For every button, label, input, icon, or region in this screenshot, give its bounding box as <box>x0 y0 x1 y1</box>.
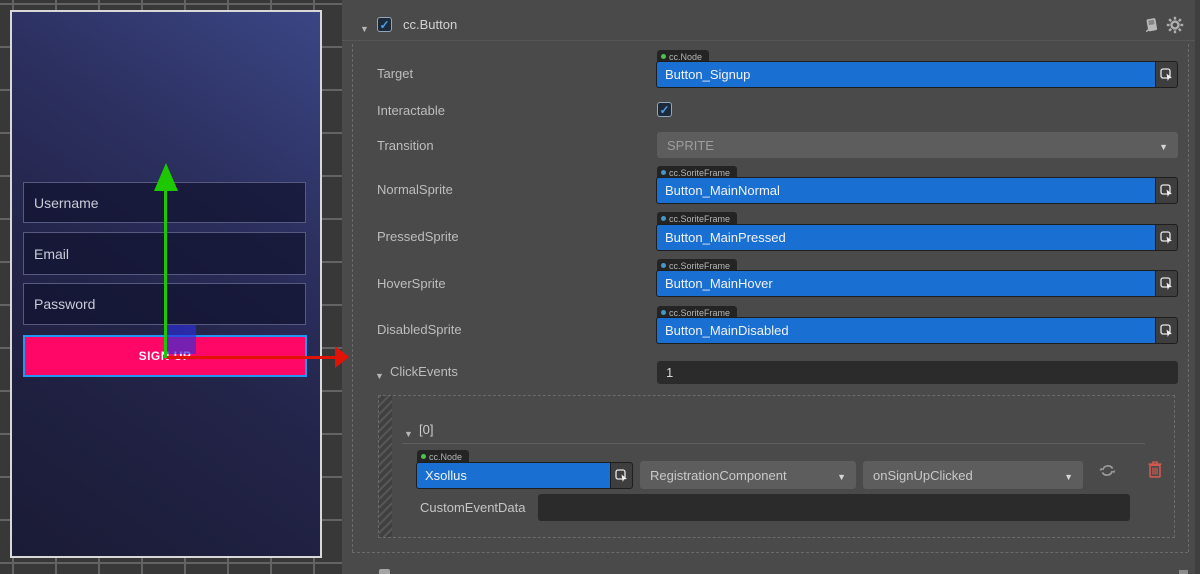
refresh-icon[interactable] <box>1099 462 1116 482</box>
disabled-sprite-type-tag-label: cc.SoriteFrame <box>669 308 730 318</box>
gizmo-xy-plane-handle[interactable] <box>167 325 196 354</box>
event0-component-select[interactable]: RegistrationComponent <box>640 461 856 489</box>
normal-sprite-type-tag-label: cc.SoriteFrame <box>669 168 730 178</box>
asset-type-dot-icon <box>661 263 666 268</box>
normal-sprite-field[interactable]: Button_MainNormal <box>656 177 1178 204</box>
hover-sprite-value[interactable]: Button_MainHover <box>657 271 1155 296</box>
chevron-down-icon <box>1064 468 1073 483</box>
gizmo-x-axis-line[interactable] <box>166 356 336 359</box>
next-component-icon-partial <box>1179 570 1188 574</box>
event0-node-type-tag-label: cc.Node <box>429 452 462 462</box>
custom-event-data-label: CustomEventData <box>420 500 526 515</box>
inspector-panel: cc.Button Tar <box>342 0 1200 574</box>
design-canvas[interactable]: Username Email Password SIGN UP <box>10 10 322 558</box>
event0-collapse-arrow-icon[interactable] <box>404 424 413 442</box>
node-type-dot-icon <box>661 54 666 59</box>
clickevents-count-field[interactable]: 1 <box>657 361 1178 384</box>
next-component-checkbox-partial[interactable] <box>379 569 390 574</box>
gizmo-y-axis-line[interactable] <box>164 190 167 358</box>
username-placeholder: Username <box>34 195 99 211</box>
hover-sprite-field[interactable]: Button_MainHover <box>656 270 1178 297</box>
event0-node-field[interactable]: Xsollus <box>416 462 633 489</box>
editor-window: Username Email Password SIGN UP cc.Butto… <box>0 0 1200 574</box>
component-enabled-checkbox[interactable] <box>377 17 392 32</box>
disabled-sprite-value[interactable]: Button_MainDisabled <box>657 318 1155 343</box>
password-placeholder: Password <box>34 296 95 312</box>
target-label: Target <box>377 66 413 81</box>
chevron-down-icon <box>1159 138 1168 153</box>
scene-view[interactable]: Username Email Password SIGN UP <box>0 0 342 574</box>
gizmo-y-axis-arrow[interactable] <box>154 163 178 191</box>
disabled-sprite-field[interactable]: Button_MainDisabled <box>656 317 1178 344</box>
transition-select[interactable]: SPRITE <box>657 132 1178 158</box>
asset-type-dot-icon <box>661 170 666 175</box>
clickevents-label: ClickEvents <box>390 364 458 379</box>
normal-sprite-label: NormalSprite <box>377 182 453 197</box>
asset-type-dot-icon <box>661 216 666 221</box>
clickevents-collapse-arrow-icon[interactable] <box>375 366 384 384</box>
asset-picker-icon[interactable] <box>1156 225 1177 250</box>
target-type-tag-label: cc.Node <box>669 52 702 62</box>
interactable-label: Interactable <box>377 103 445 118</box>
pressed-sprite-label: PressedSprite <box>377 229 459 244</box>
indent-guide-right <box>1188 44 1189 552</box>
event0-index-label: [0] <box>419 422 433 437</box>
transition-label: Transition <box>377 138 434 153</box>
collapse-arrow-icon[interactable] <box>360 19 369 37</box>
help-doc-icon[interactable] <box>1142 16 1160 34</box>
indent-guide-bottom <box>352 552 1188 553</box>
gizmo-x-axis-arrow[interactable] <box>335 346 349 368</box>
asset-picker-icon[interactable] <box>1156 318 1177 343</box>
asset-picker-icon[interactable] <box>1156 271 1177 296</box>
array-element-handle[interactable] <box>379 396 392 537</box>
pressed-sprite-type-tag-label: cc.SoriteFrame <box>669 214 730 224</box>
header-divider <box>342 40 1195 41</box>
event0-handler-value: onSignUpClicked <box>873 468 973 483</box>
email-placeholder: Email <box>34 246 69 262</box>
event0-handler-select[interactable]: onSignUpClicked <box>863 461 1083 489</box>
event0-component-value: RegistrationComponent <box>650 468 787 483</box>
node-picker-icon[interactable] <box>611 463 632 488</box>
target-object-field[interactable]: Button_Signup <box>656 61 1178 88</box>
chevron-down-icon <box>837 468 846 483</box>
node-type-dot-icon <box>421 454 426 459</box>
component-title: cc.Button <box>403 17 457 32</box>
asset-picker-icon[interactable] <box>1156 178 1177 203</box>
hover-sprite-type-tag-label: cc.SoriteFrame <box>669 261 730 271</box>
custom-event-data-input[interactable] <box>538 494 1130 521</box>
event0-node-value[interactable]: Xsollus <box>417 463 610 488</box>
gear-icon[interactable] <box>1166 16 1184 34</box>
transition-value: SPRITE <box>667 138 714 153</box>
disabled-sprite-label: DisabledSprite <box>377 322 462 337</box>
interactable-checkbox[interactable] <box>657 102 672 117</box>
asset-type-dot-icon <box>661 310 666 315</box>
pressed-sprite-field[interactable]: Button_MainPressed <box>656 224 1178 251</box>
trash-icon[interactable] <box>1148 461 1162 481</box>
target-value[interactable]: Button_Signup <box>657 62 1155 87</box>
event0-divider <box>402 443 1145 444</box>
indent-guide-left <box>352 44 353 552</box>
node-picker-icon[interactable] <box>1156 62 1177 87</box>
hover-sprite-label: HoverSprite <box>377 276 446 291</box>
panel-right-edge <box>1195 0 1200 574</box>
pressed-sprite-value[interactable]: Button_MainPressed <box>657 225 1155 250</box>
normal-sprite-value[interactable]: Button_MainNormal <box>657 178 1155 203</box>
component-header: cc.Button <box>342 12 1195 38</box>
